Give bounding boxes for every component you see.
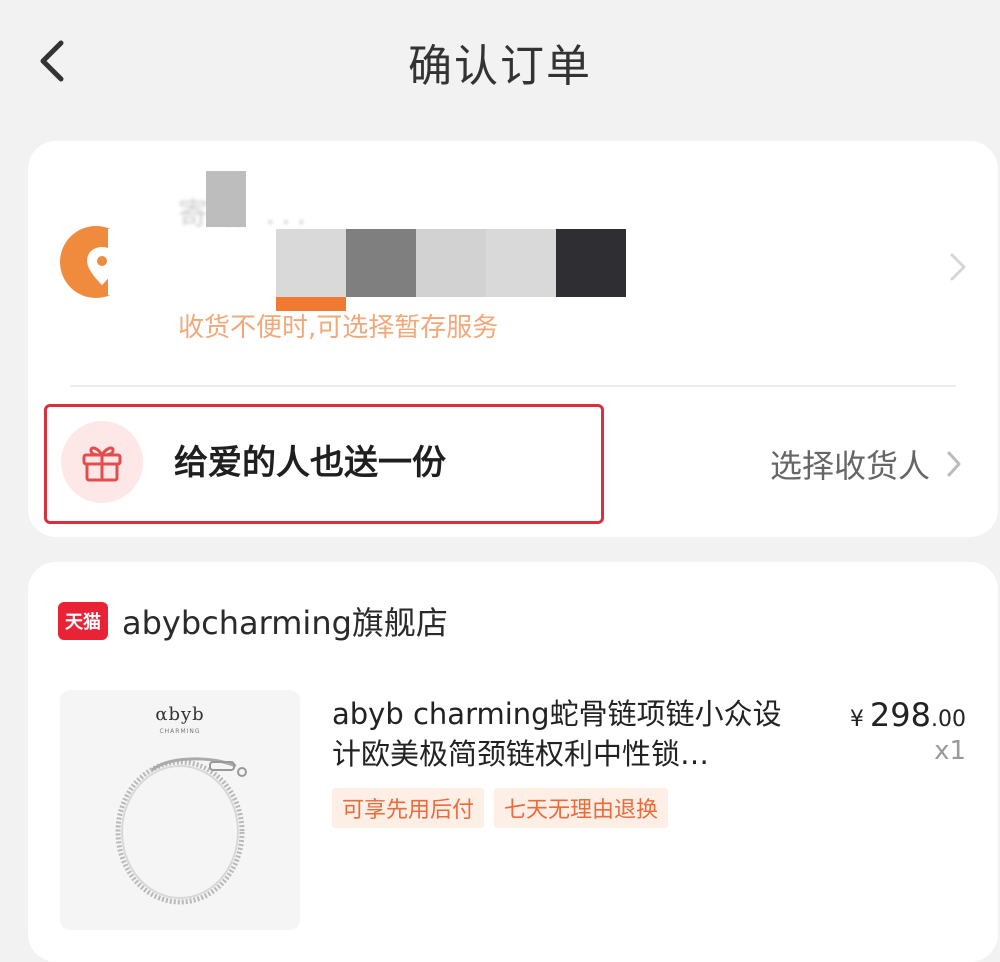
- location-pin-icon: [60, 221, 136, 303]
- price-decimal: .00: [931, 707, 966, 732]
- store-row[interactable]: 天猫 abybcharming旗舰店: [58, 598, 448, 644]
- page-title: 确认订单: [408, 41, 592, 92]
- address-card: 寄给 ... 收货不便时,可选择暂存服务 给爱的人也送一份 选择收货人: [28, 141, 998, 537]
- chevron-right-icon: [950, 253, 966, 281]
- tmall-badge-text: 天猫: [65, 612, 101, 633]
- privacy-mosaic: [486, 229, 556, 297]
- necklace-illustration: [115, 757, 247, 905]
- order-card: 天猫 abybcharming旗舰店 αbyb CHARMING abyb ch…: [28, 562, 998, 962]
- address-note: 收货不便时,可选择暂存服务: [178, 313, 499, 343]
- gift-label[interactable]: 给爱的人也送一份: [174, 435, 446, 484]
- chevron-right-icon: [947, 451, 961, 477]
- store-name: abybcharming旗舰店: [122, 604, 448, 642]
- tmall-logo-icon: 天猫: [58, 602, 108, 640]
- product-tags: 可享先用后付 七天无理由退换: [332, 788, 669, 828]
- product-price: ¥298.00: [850, 696, 966, 734]
- privacy-mosaic: [346, 229, 416, 297]
- product-image[interactable]: αbyb CHARMING: [60, 690, 300, 930]
- navigation-bar: 确认订单: [0, 0, 1000, 118]
- privacy-mosaic: [206, 171, 246, 227]
- choose-recipient-label: 选择收货人: [769, 447, 930, 485]
- divider: [70, 385, 956, 387]
- price-integer: 298: [869, 696, 931, 734]
- tag-seven-day-return: 七天无理由退换: [494, 788, 669, 828]
- privacy-mosaic: [416, 229, 486, 297]
- choose-recipient-button[interactable]: 选择收货人: [770, 441, 964, 487]
- privacy-mosaic: [556, 229, 626, 297]
- price-currency: ¥: [849, 707, 864, 732]
- gift-icon: [61, 421, 143, 503]
- address-arrow-button[interactable]: [946, 249, 970, 285]
- product-title[interactable]: abyb charming蛇骨链项链小众设计欧美极简颈链权利中性锁…: [332, 694, 792, 774]
- product-quantity: x1: [934, 736, 966, 766]
- tag-pay-later: 可享先用后付: [332, 788, 485, 828]
- privacy-mosaic: [276, 229, 346, 297]
